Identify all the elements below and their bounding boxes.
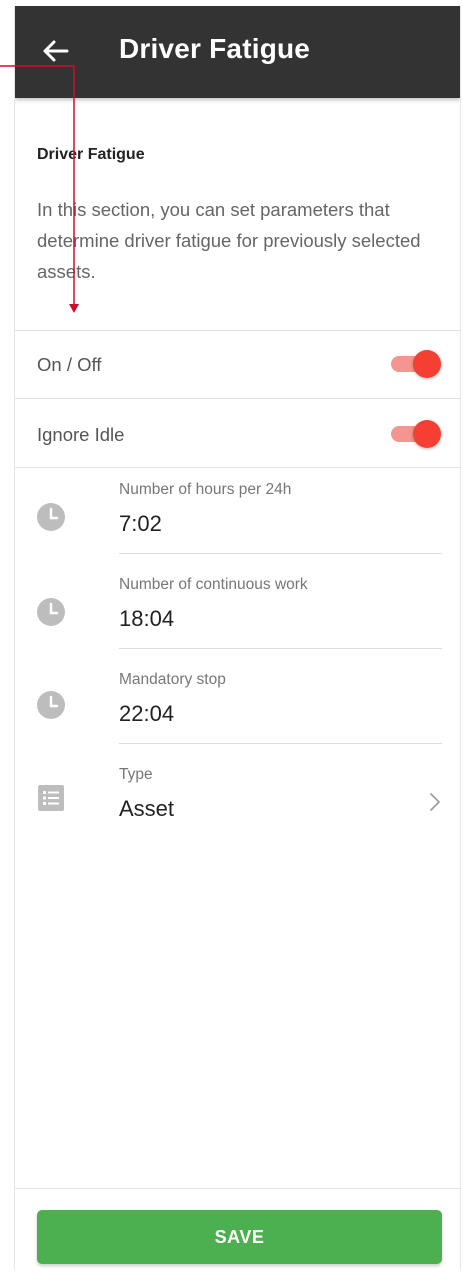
list-icon — [38, 785, 64, 811]
ignore-idle-toggle[interactable] — [389, 418, 443, 450]
clock-icon — [37, 503, 65, 531]
ignore-idle-label: Ignore Idle — [37, 424, 125, 445]
field-label: Number of continuous work — [119, 576, 308, 593]
field-value: Asset — [119, 796, 175, 821]
page-title: Driver Fatigue — [119, 33, 311, 64]
continuous-work-field[interactable]: Number of continuous work 18:04 — [15, 576, 460, 666]
mandatory-stop-field[interactable]: Mandatory stop 22:04 — [15, 671, 460, 761]
divider — [15, 1188, 460, 1189]
screen: Driver Fatigue Driver Fatigue In this se… — [14, 6, 461, 1270]
section-title: Driver Fatigue — [37, 146, 145, 163]
field-value: 22:04 — [119, 701, 175, 726]
toggle-thumb — [413, 350, 441, 378]
divider — [15, 398, 460, 399]
field-value: 18:04 — [119, 606, 175, 631]
clock-icon — [37, 598, 65, 626]
field-underline — [119, 553, 442, 554]
divider — [15, 467, 460, 468]
toggle-thumb — [413, 420, 441, 448]
arrow-left-icon[interactable] — [41, 39, 69, 63]
save-button[interactable]: SAVE — [37, 1210, 442, 1264]
on-off-label: On / Off — [37, 354, 102, 375]
field-label: Mandatory stop — [119, 671, 226, 688]
divider — [15, 330, 460, 331]
field-underline — [119, 648, 442, 649]
section-description: In this section, you can set parameters … — [37, 199, 421, 282]
type-selector[interactable]: Type Asset — [15, 766, 460, 856]
field-label: Number of hours per 24h — [119, 481, 292, 498]
on-off-toggle[interactable] — [389, 348, 443, 380]
clock-icon — [37, 691, 65, 719]
field-label: Type — [119, 766, 153, 783]
field-underline — [119, 743, 442, 744]
chevron-right-icon — [430, 793, 440, 811]
field-value: 7:02 — [119, 511, 162, 536]
hours-per-24h-field[interactable]: Number of hours per 24h 7:02 — [15, 481, 460, 571]
app-bar: Driver Fatigue — [15, 6, 460, 98]
